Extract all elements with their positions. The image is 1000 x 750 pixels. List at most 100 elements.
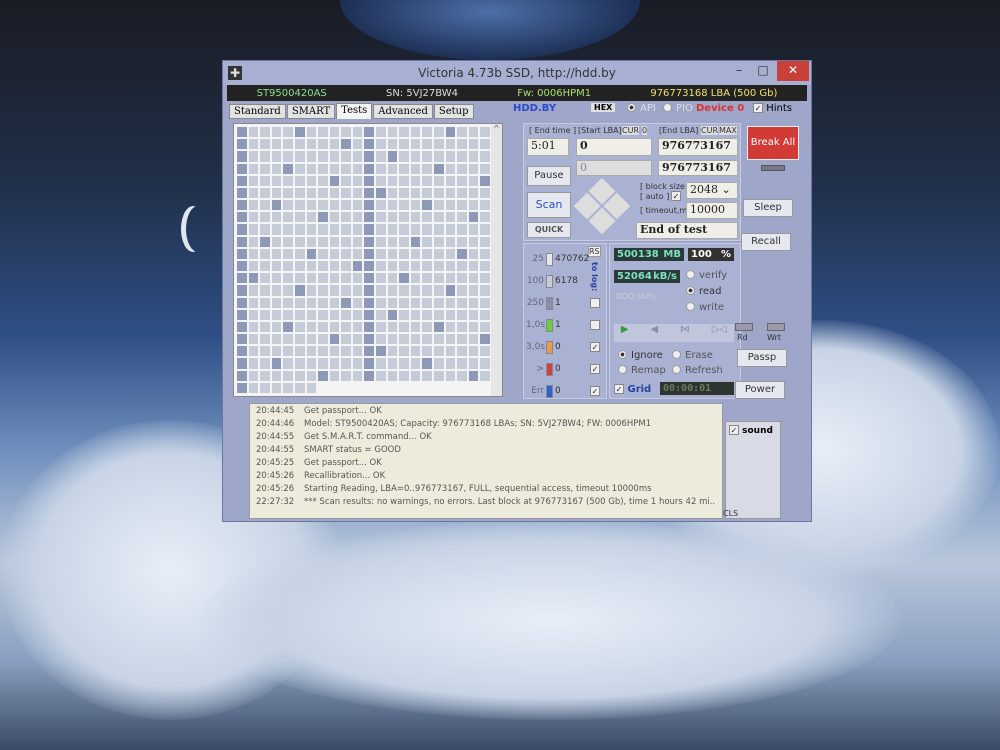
grid-block [248, 297, 259, 308]
window-title: Victoria 4.73b SSD, http://hdd.by [418, 66, 616, 80]
grid-scrollbar[interactable]: ^ [491, 124, 502, 396]
write-radio[interactable]: write [686, 302, 724, 313]
grid-block [283, 236, 293, 247]
log-text: Get S.M.A.R.T. command... OK [304, 432, 432, 442]
site-link[interactable]: HDD.BY [513, 103, 556, 114]
grid-block [376, 334, 386, 345]
log-checkbox[interactable]: ✓ [590, 364, 600, 374]
butterfly-icon[interactable]: ▷◁ [712, 324, 727, 342]
grid-block [260, 139, 270, 150]
grid-block [468, 151, 479, 162]
grid-block [318, 248, 328, 259]
grid-block [457, 297, 467, 308]
end-lba-input[interactable]: 976773167 [658, 138, 738, 156]
random-seek-icon[interactable]: ⋈ [680, 324, 690, 342]
remap-radio[interactable]: Remap [618, 365, 666, 376]
grid-block [399, 358, 409, 369]
start-cur-button[interactable]: CUR [622, 126, 639, 135]
cls-button[interactable]: CLS [723, 509, 738, 518]
verify-radio[interactable]: verify [686, 270, 727, 281]
end-max-button[interactable]: MAX [719, 126, 737, 135]
tab-smart[interactable]: SMART [286, 104, 336, 119]
grid-block [352, 175, 363, 186]
sound-checkbox[interactable]: ✓ sound [729, 425, 773, 436]
scan-button[interactable]: Scan [527, 192, 571, 218]
log-checkbox[interactable]: ✓ [590, 342, 600, 352]
grid-block [341, 248, 351, 259]
stat-count: 0 [555, 342, 561, 352]
grid-block [352, 163, 363, 174]
grid-block [399, 309, 409, 320]
power-button[interactable]: Power [735, 381, 785, 399]
grid-block [294, 273, 305, 284]
tab-standard[interactable]: Standard [229, 104, 286, 119]
grid-block [294, 260, 305, 272]
grid-block [271, 248, 282, 259]
grid-block [480, 139, 490, 150]
end-time-input[interactable]: 5:01 [527, 138, 569, 156]
tab-advanced[interactable]: Advanced [373, 104, 433, 119]
maximize-button[interactable]: □ [749, 61, 777, 81]
quick-button[interactable]: QUICK [527, 222, 571, 238]
grid-block [410, 285, 421, 296]
grid-block [457, 163, 467, 174]
break-all-button[interactable]: Break All [747, 126, 799, 160]
read-radio[interactable]: read [686, 286, 722, 297]
pio-radio[interactable]: PIO [663, 103, 693, 114]
recall-button[interactable]: Recall [741, 233, 791, 251]
ddd-checkbox[interactable]: DDD (API) [616, 292, 656, 301]
elapsed-timer: 00:00:01 [660, 382, 734, 395]
grid-block [260, 309, 270, 320]
grid-block [248, 200, 259, 211]
grid-block [329, 370, 340, 381]
grid-block [260, 127, 270, 138]
grid-block [468, 358, 479, 369]
reverse-icon[interactable]: ◀ [650, 324, 658, 342]
grid-block [422, 139, 433, 150]
start-zero-button[interactable]: 0 [642, 126, 648, 135]
grid-block [480, 334, 490, 345]
timeout-select[interactable]: 10000 ⌄ [686, 202, 738, 229]
hints-checkbox[interactable]: ✓ Hints [753, 103, 792, 114]
log-entry: 20:45:26 Recallibration... OK [256, 471, 716, 484]
grid-block [376, 127, 386, 138]
log-checkbox[interactable]: ✓ [590, 386, 600, 396]
auto-checkbox[interactable]: ✓ [671, 191, 681, 201]
grid-block [480, 187, 490, 199]
sleep-button[interactable]: Sleep [743, 199, 793, 217]
grid-block [457, 260, 467, 272]
hex-button[interactable]: HEX [591, 103, 616, 112]
refresh-radio[interactable]: Refresh [672, 365, 723, 376]
grid-checkbox[interactable]: ✓ Grid [614, 384, 651, 395]
end-action-select[interactable]: End of test [636, 222, 738, 239]
erase-radio[interactable]: Erase [672, 350, 713, 361]
end-cur-button[interactable]: CUR [701, 126, 718, 135]
grid-block [294, 139, 305, 150]
auto-label: [ auto ] [640, 192, 670, 201]
log-checkbox[interactable] [590, 298, 600, 308]
grid-block [468, 273, 479, 284]
title-bar: ✚ Victoria 4.73b SSD, http://hdd.by – □ … [223, 61, 811, 85]
start-lba-input[interactable]: 0 [576, 138, 652, 156]
grid-block [410, 175, 421, 186]
grid-block [283, 151, 293, 162]
log-time: 20:45:26 [256, 484, 295, 494]
grid-block [468, 187, 479, 199]
log-checkbox[interactable] [590, 320, 600, 330]
block-size-select[interactable]: 2048 ⌄ [686, 182, 738, 199]
pause-button[interactable]: Pause [527, 166, 571, 186]
grid-block [306, 334, 317, 345]
passp-button[interactable]: Passp [737, 349, 787, 367]
tab-tests[interactable]: Tests [336, 103, 373, 119]
grid-block [410, 321, 421, 333]
direction-pad[interactable] [573, 177, 631, 235]
grid-block [260, 236, 270, 247]
grid-block [422, 358, 433, 369]
api-radio[interactable]: API [627, 103, 656, 114]
grid-block [480, 151, 490, 162]
close-button[interactable]: ✕ [777, 61, 809, 81]
tab-setup[interactable]: Setup [433, 104, 474, 119]
grid-block [457, 309, 467, 320]
ignore-radio[interactable]: Ignore [618, 350, 663, 361]
play-icon[interactable]: ▶ [621, 324, 629, 342]
